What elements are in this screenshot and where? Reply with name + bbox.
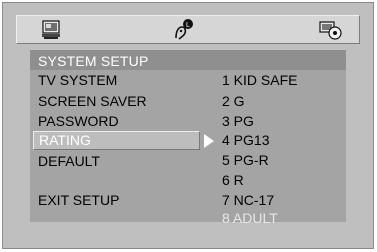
- menu-item-screen-saver[interactable]: SCREEN SAVER: [38, 93, 147, 109]
- language-person-icon[interactable]: L: [170, 18, 196, 47]
- menu-item-exit-setup[interactable]: EXIT SETUP: [38, 192, 119, 208]
- rating-option[interactable]: 2 G: [222, 93, 245, 109]
- menu-item-rating-label: RATING: [39, 132, 91, 148]
- rating-option[interactable]: 3 PG: [222, 113, 254, 129]
- page-title: SYSTEM SETUP: [38, 53, 149, 69]
- rating-option[interactable]: 5 PG-R: [222, 152, 269, 168]
- menu-item-tv-system[interactable]: TV SYSTEM: [38, 72, 117, 88]
- rating-option[interactable]: 1 KID SAFE: [222, 72, 297, 88]
- menu-item-password[interactable]: PASSWORD: [38, 113, 119, 129]
- speaker-disc-icon[interactable]: [317, 18, 345, 47]
- tv-monitor-icon[interactable]: [39, 18, 63, 47]
- rating-option[interactable]: 7 NC-17: [222, 192, 274, 208]
- menu-item-default[interactable]: DEFAULT: [38, 153, 100, 169]
- top-icon-bar: L: [16, 15, 360, 44]
- rating-option-current[interactable]: 8 ADULT: [222, 210, 278, 226]
- rating-option[interactable]: 4 PG13: [222, 132, 269, 148]
- rating-option[interactable]: 6 R: [222, 172, 244, 188]
- svg-text:L: L: [186, 22, 190, 29]
- submenu-arrow-icon: [204, 134, 214, 148]
